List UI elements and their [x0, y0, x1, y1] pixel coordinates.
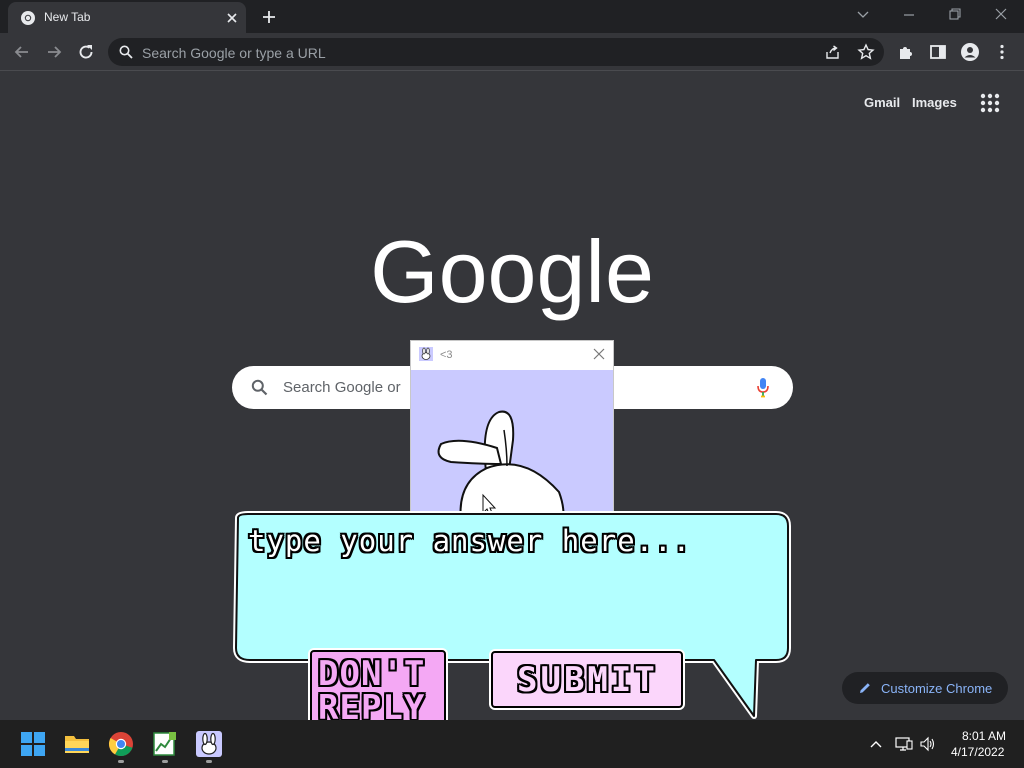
bunny-popup-window: <3: [410, 340, 614, 521]
reload-icon[interactable]: [76, 42, 96, 62]
clock-date[interactable]: 4/17/2022: [951, 745, 1004, 759]
side-panel-icon[interactable]: [928, 42, 948, 62]
omnibox-placeholder: Search Google or type a URL: [142, 45, 326, 61]
show-hidden-icons-chevron-icon[interactable]: [867, 735, 885, 753]
close-tab-icon[interactable]: [224, 10, 240, 26]
bunny-app-taskbar-icon[interactable]: [196, 731, 222, 757]
submit-button[interactable]: SUBMIT: [491, 651, 683, 708]
tab-search-chevron-icon[interactable]: [853, 6, 873, 24]
extensions-puzzle-icon[interactable]: [896, 42, 916, 62]
google-apps-grid-icon[interactable]: [979, 92, 1001, 114]
ntp-search-placeholder: Search Google or: [283, 379, 401, 396]
pencil-icon: [860, 683, 870, 693]
volume-icon[interactable]: [919, 735, 937, 753]
new-tab-plus-icon[interactable]: [260, 8, 278, 26]
voice-search-mic-icon[interactable]: [757, 377, 769, 398]
bookmark-star-icon[interactable]: [857, 43, 875, 61]
bunny-app-icon: [419, 347, 433, 361]
answer-input[interactable]: type your answer here...: [248, 524, 691, 558]
google-logo-text: Google: [372, 222, 652, 321]
task-manager-icon[interactable]: [152, 731, 178, 757]
popup-close-icon[interactable]: [592, 347, 606, 361]
share-icon[interactable]: [824, 44, 841, 61]
bunny-illustration: [436, 410, 565, 521]
customize-chrome-label: Customize Chrome: [881, 681, 993, 696]
customize-chrome-button[interactable]: Customize Chrome: [842, 672, 1008, 704]
bunny-app-running-indicator: [206, 760, 212, 763]
tab-new-tab[interactable]: New Tab: [8, 2, 246, 33]
chrome-taskbar-icon[interactable]: [108, 731, 134, 757]
profile-avatar-icon[interactable]: [960, 42, 980, 62]
images-link[interactable]: Images: [912, 95, 957, 110]
back-arrow-icon[interactable]: [12, 42, 32, 62]
submit-label: SUBMIT: [517, 660, 658, 700]
forward-arrow-icon[interactable]: [44, 42, 64, 62]
popup-content: [411, 370, 613, 521]
popup-title: <3: [440, 349, 453, 361]
chrome-running-indicator: [118, 760, 124, 763]
chrome-icon: [21, 11, 35, 25]
search-icon: [251, 379, 268, 396]
tab-strip: New Tab: [0, 0, 1024, 33]
network-icon[interactable]: [895, 735, 913, 753]
windows-start-icon[interactable]: [20, 731, 46, 757]
windows-taskbar: [0, 720, 1024, 768]
task-manager-running-indicator: [162, 760, 168, 763]
close-window-icon[interactable]: [991, 6, 1011, 24]
gmail-link[interactable]: Gmail: [864, 95, 900, 110]
restore-icon[interactable]: [945, 6, 965, 24]
tab-title: New Tab: [44, 10, 91, 24]
browser-toolbar: Search Google or type a URL: [0, 33, 1024, 71]
google-logo: Google: [372, 222, 652, 321]
dont-reply-label-line1: DON'T: [318, 654, 426, 694]
desktop-screen: New Tab Search Google or type a URL Gmai…: [0, 0, 1024, 768]
chrome-menu-icon[interactable]: [992, 42, 1012, 62]
omnibox[interactable]: Search Google or type a URL: [108, 38, 884, 66]
file-explorer-icon[interactable]: [64, 731, 90, 757]
minimize-icon[interactable]: [899, 6, 919, 24]
search-icon: [119, 45, 133, 59]
dont-reply-button[interactable]: DON'T REPLY: [310, 650, 446, 731]
clock-time[interactable]: 8:01 AM: [962, 729, 1006, 743]
